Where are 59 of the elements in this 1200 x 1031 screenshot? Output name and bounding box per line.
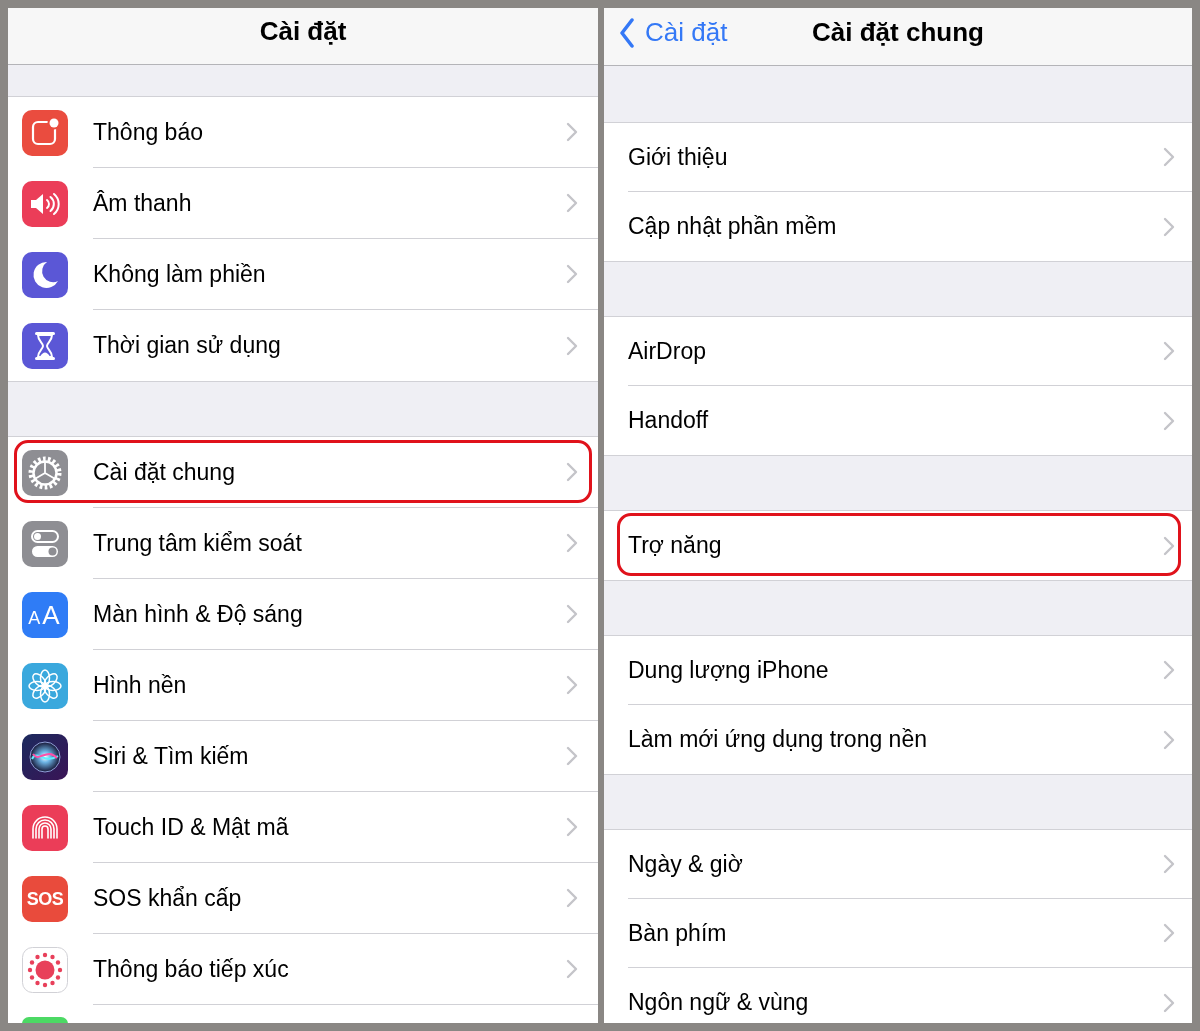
chevron-icon [566, 193, 578, 213]
sos-icon: SOS [22, 875, 68, 922]
settings-row[interactable]: Thời gian sử dụng [8, 310, 598, 381]
settings-row[interactable]: Thông báo tiếp xúc [8, 934, 598, 1005]
settings-row[interactable]: Giới thiệu [604, 123, 1192, 192]
settings-row[interactable]: AirDrop [604, 317, 1192, 386]
settings-row[interactable]: Âm thanh [8, 168, 598, 239]
chevron-icon [566, 264, 578, 284]
chevron-icon [566, 335, 578, 356]
settings-row[interactable]: Dung lượng iPhone [604, 636, 1192, 705]
settings-row[interactable]: Siri & Tìm kiếm [8, 721, 598, 792]
font-size-icon: AA [22, 591, 68, 638]
chevron-icon [566, 746, 578, 766]
chevron-icon [566, 604, 578, 624]
back-button[interactable]: Cài đặt [619, 13, 728, 52]
chevron-icon [1163, 660, 1175, 680]
chevron-icon [1163, 854, 1175, 874]
chevron-icon [1163, 147, 1175, 167]
chevron-icon [1163, 535, 1175, 556]
chevron-icon [1163, 341, 1175, 361]
chevron-icon [1163, 923, 1175, 943]
fingerprint-icon [22, 804, 68, 851]
moon-icon [22, 251, 68, 298]
settings-row[interactable]: Hình nền [8, 650, 598, 721]
chevron-icon [1163, 216, 1175, 237]
chevron-icon [566, 462, 578, 482]
flower-icon [22, 662, 68, 709]
chevron-icon [566, 817, 578, 837]
settings-row[interactable]: Trợ năng [604, 511, 1192, 580]
settings-row[interactable]: Thông báo [8, 97, 598, 168]
settings-row[interactable]: Ngày & giờ [604, 830, 1192, 899]
settings-row[interactable]: Trung tâm kiểm soát [8, 508, 598, 579]
settings-row[interactable]: Cài đặt chung [8, 437, 598, 508]
chevron-icon [566, 959, 578, 979]
settings-row[interactable]: Bàn phím [604, 899, 1192, 968]
back-chevron-icon [619, 17, 635, 48]
notification-icon [22, 109, 68, 156]
settings-row[interactable]: Handoff [604, 386, 1192, 455]
settings-row[interactable]: Cập nhật phần mềm [604, 192, 1192, 261]
settings-row[interactable]: Touch ID & Mật mã [8, 792, 598, 863]
chevron-icon [566, 533, 578, 553]
speaker-icon [22, 180, 68, 227]
chevron-icon [1163, 729, 1175, 750]
settings-row[interactable]: Không làm phiền [8, 239, 598, 310]
gear-icon [22, 449, 68, 496]
settings-row[interactable]: Làm mới ứng dụng trong nền [604, 705, 1192, 774]
chevron-icon [1163, 992, 1175, 1013]
hourglass-icon [22, 322, 68, 369]
toggle-icon [22, 520, 68, 567]
settings-row[interactable]: Ngôn ngữ & vùng [604, 968, 1192, 1023]
settings-row[interactable]: AA Màn hình & Độ sáng [8, 579, 598, 650]
chevron-icon [566, 122, 578, 142]
swirl-icon [22, 733, 68, 780]
screen-title: Cài đặt chung [812, 16, 984, 49]
screen-title: Cài đặt [259, 14, 347, 48]
chevron-icon [566, 888, 578, 908]
chevron-icon [566, 675, 578, 695]
settings-row[interactable]: SOS SOS khẩn cấp [8, 863, 598, 934]
chevron-icon [1163, 410, 1175, 431]
